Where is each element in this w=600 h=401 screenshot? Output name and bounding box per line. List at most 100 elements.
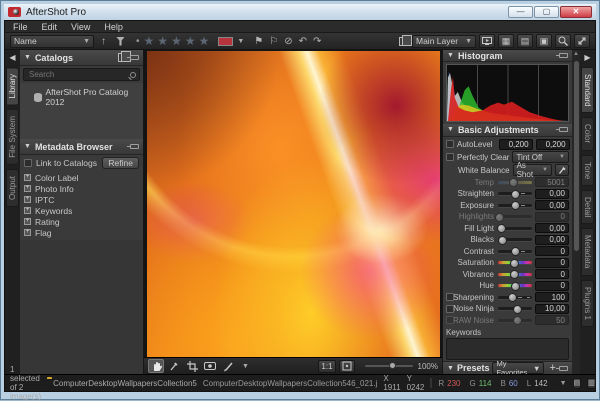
adjustment-value[interactable]: 0 bbox=[535, 281, 569, 291]
color-label-swatch[interactable] bbox=[218, 37, 233, 46]
adjustment-value[interactable]: 0 bbox=[535, 212, 569, 222]
adjustment-value[interactable]: 0 bbox=[535, 258, 569, 268]
expand-icon[interactable]: + bbox=[24, 207, 31, 214]
star-icon[interactable]: ★ bbox=[144, 34, 157, 48]
adjustment-value[interactable]: 0,00 bbox=[535, 200, 569, 210]
right-panel-tab[interactable]: Color bbox=[581, 117, 594, 150]
refine-button[interactable]: Refine bbox=[102, 157, 139, 169]
link-to-catalogs-checkbox[interactable] bbox=[24, 159, 32, 167]
metadata-tree-item[interactable]: + Flag bbox=[24, 227, 139, 238]
adjustment-slider[interactable] bbox=[498, 273, 532, 276]
minimize-button[interactable]: — bbox=[508, 6, 533, 18]
adjustment-slider[interactable] bbox=[498, 181, 532, 184]
photo-canvas[interactable] bbox=[147, 51, 440, 357]
autolevel-checkbox[interactable] bbox=[446, 140, 454, 148]
scroll-up-icon[interactable]: ▲ bbox=[573, 51, 579, 57]
right-panel-tab[interactable]: Metadata bbox=[581, 228, 594, 275]
star-icon[interactable]: ★ bbox=[171, 34, 184, 48]
histogram-header[interactable]: ▼ Histogram bbox=[443, 50, 572, 62]
autolevel-value-2[interactable]: 0,200 bbox=[536, 139, 570, 150]
star-icon[interactable]: ★ bbox=[185, 34, 198, 48]
catalogs-header[interactable]: ▼ Catalogs bbox=[20, 50, 143, 66]
adjustment-slider[interactable] bbox=[498, 296, 532, 299]
collapse-left-panel-icon[interactable]: ◀ bbox=[9, 50, 15, 65]
flag-pick-icon[interactable]: ⚑ bbox=[254, 36, 263, 47]
adjustment-slider[interactable] bbox=[498, 192, 532, 195]
actual-size-button[interactable]: 1:1 bbox=[318, 360, 335, 373]
adjustment-value[interactable]: 5001 bbox=[535, 177, 569, 187]
right-panel-tab[interactable]: Detail bbox=[581, 190, 594, 224]
sort-field-select[interactable]: Name ▼ bbox=[10, 35, 94, 48]
collapse-right-panel-icon[interactable]: ▶ bbox=[584, 50, 590, 65]
expand-icon[interactable]: + bbox=[24, 196, 31, 203]
fit-screen-button[interactable] bbox=[339, 360, 355, 373]
gamut-toggle-button[interactable]: ▥ bbox=[587, 378, 596, 389]
adjustment-slider[interactable] bbox=[498, 227, 532, 230]
metadata-tree-item[interactable]: + IPTC bbox=[24, 194, 139, 205]
redo-icon[interactable]: ↷ bbox=[313, 36, 321, 47]
adjustment-value[interactable]: 0 bbox=[535, 246, 569, 256]
menu-item[interactable]: Help bbox=[104, 22, 123, 32]
basic-adjustments-header[interactable]: ▼ Basic Adjustments bbox=[443, 124, 572, 136]
adjustment-value[interactable]: 50 bbox=[535, 315, 569, 325]
chevron-down-icon[interactable]: ▼ bbox=[237, 38, 244, 45]
flag-reject-icon[interactable]: ⊘ bbox=[284, 36, 292, 47]
adjustment-slider[interactable] bbox=[498, 319, 532, 322]
whitebalance-picker-button[interactable] bbox=[166, 359, 182, 373]
left-panel-tab[interactable]: Output bbox=[6, 169, 19, 207]
adjustment-value[interactable]: 0 bbox=[535, 269, 569, 279]
chevron-down-icon[interactable]: ▼ bbox=[560, 380, 567, 387]
menu-item[interactable]: View bbox=[71, 22, 90, 32]
redeye-tool-button[interactable] bbox=[202, 359, 218, 373]
scrollbar-thumb[interactable] bbox=[574, 61, 579, 251]
adjustment-slider[interactable] bbox=[498, 284, 532, 287]
perfectly-clear-checkbox[interactable] bbox=[446, 153, 454, 161]
right-panel-tab[interactable]: Standard bbox=[581, 67, 594, 113]
right-panel-tab[interactable]: Tone bbox=[581, 155, 594, 186]
menu-item[interactable]: Edit bbox=[42, 22, 58, 32]
proof-toggle-button[interactable]: ▤ bbox=[573, 378, 582, 389]
crop-tool-button[interactable] bbox=[184, 359, 200, 373]
new-catalog-icon[interactable] bbox=[118, 53, 126, 62]
adjustment-slider[interactable] bbox=[498, 238, 532, 241]
expand-icon[interactable]: + bbox=[24, 185, 31, 192]
pin-icon[interactable] bbox=[559, 127, 568, 132]
adjustment-slider[interactable] bbox=[498, 204, 532, 207]
left-panel-tab[interactable]: File System bbox=[6, 109, 19, 165]
undo-icon[interactable]: ↶ bbox=[299, 36, 307, 47]
pan-tool-button[interactable] bbox=[148, 359, 164, 373]
right-panel-scrollbar[interactable]: ▲ bbox=[572, 50, 580, 374]
pin-icon[interactable] bbox=[130, 55, 139, 60]
pin-icon[interactable] bbox=[559, 53, 568, 58]
adjustment-value[interactable]: 0,00 bbox=[535, 235, 569, 245]
metadata-tree-item[interactable]: + Rating bbox=[24, 216, 139, 227]
left-panel-tab[interactable]: Library bbox=[6, 67, 19, 105]
expand-icon[interactable]: + bbox=[24, 174, 31, 181]
adjustment-slider[interactable] bbox=[498, 261, 532, 264]
metadata-browser-header[interactable]: ▼ Metadata Browser bbox=[20, 139, 143, 155]
title-bar[interactable]: AfterShot Pro — ▢ ✕ bbox=[4, 4, 596, 20]
right-panel-tab[interactable]: Plugins 1 bbox=[581, 280, 594, 327]
thumbnail-view-button[interactable]: ▦ bbox=[498, 34, 514, 48]
metadata-tree-item[interactable]: + Photo Info bbox=[24, 183, 139, 194]
adjustment-value[interactable]: 0,00 bbox=[535, 223, 569, 233]
adjustment-value[interactable]: 10,00 bbox=[535, 304, 569, 314]
brush-tool-button[interactable] bbox=[220, 359, 236, 373]
zoom-slider-thumb[interactable] bbox=[389, 362, 396, 369]
expand-icon[interactable]: + bbox=[24, 229, 31, 236]
white-balance-select[interactable]: As Shot ▼ bbox=[513, 164, 552, 176]
adjustment-checkbox[interactable] bbox=[446, 316, 454, 324]
pin-icon[interactable] bbox=[130, 144, 139, 149]
filter-button[interactable] bbox=[113, 35, 128, 48]
layers-icon[interactable] bbox=[399, 37, 407, 46]
fullscreen-button[interactable] bbox=[574, 34, 590, 48]
layer-select[interactable]: Main Layer ▼ bbox=[412, 35, 476, 48]
catalog-search[interactable] bbox=[23, 68, 140, 81]
folder-path[interactable]: ComputerDesktopWallpapersCollection5 bbox=[53, 379, 197, 388]
chevron-down-icon[interactable]: ▼ bbox=[242, 363, 249, 370]
keywords-input[interactable] bbox=[446, 338, 569, 360]
sort-direction-button[interactable]: ↑ bbox=[96, 35, 111, 48]
pin-icon[interactable] bbox=[559, 366, 568, 371]
collapse-icon[interactable]: ▼ bbox=[447, 365, 454, 372]
maximize-button[interactable]: ▢ bbox=[534, 6, 559, 18]
